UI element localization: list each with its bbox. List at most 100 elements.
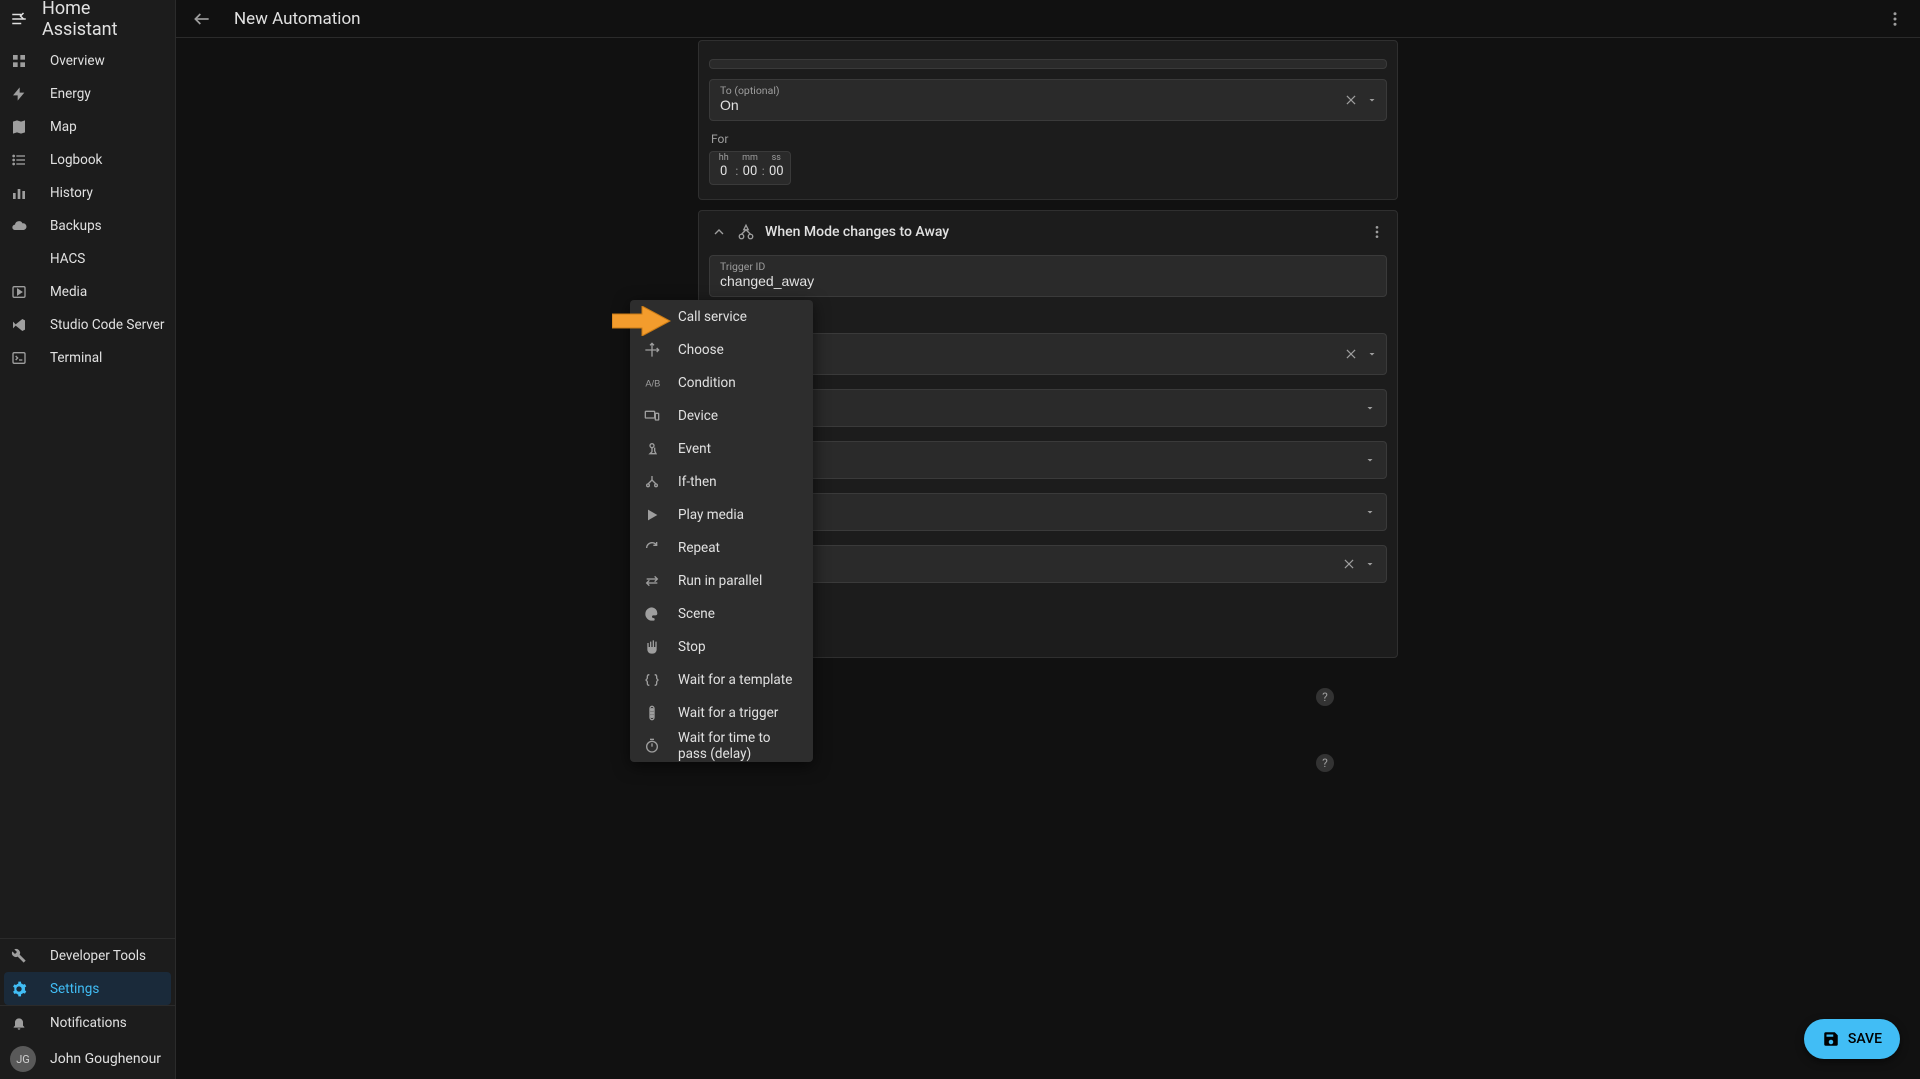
action-item-condition[interactable]: A/B Condition [630,366,813,399]
user-name: John Goughenour [50,1051,161,1067]
branch-icon [644,474,660,490]
sidebar-nav: Overview Energy Map Logbook History [0,38,175,938]
to-input[interactable] [720,97,1376,113]
action-item-wait-template[interactable]: Wait for a template [630,663,813,696]
code-braces-icon [644,672,660,688]
sidebar-item-label: Logbook [50,152,102,168]
main: New Automation To (optional) [176,0,1920,1079]
action-item-label: Repeat [678,540,720,556]
chevron-down-icon[interactable] [1366,94,1378,106]
chevron-down-icon[interactable] [1364,558,1376,570]
gear-icon [10,981,28,997]
sidebar-item-label: Energy [50,86,91,102]
gesture-tap-icon [644,441,660,457]
action-item-label: Stop [678,639,706,655]
sidebar-item-terminal[interactable]: Terminal [0,341,175,374]
chevron-down-icon[interactable] [1366,348,1378,360]
action-item-wait-trigger[interactable]: Wait for a trigger [630,696,813,729]
trigger-menu-button[interactable] [1369,224,1385,240]
sidebar-item-media[interactable]: Media [0,275,175,308]
clear-icon[interactable] [1344,347,1358,361]
menu-icon[interactable] [10,10,28,28]
mm-value[interactable]: 00 [743,164,758,179]
sidebar-item-notifications[interactable]: Notifications [0,1006,175,1039]
cloud-icon [10,218,28,234]
ss-value[interactable]: 00 [769,164,784,179]
action-item-label: Play media [678,507,744,523]
sidebar-item-label: Map [50,119,77,135]
action-item-repeat[interactable]: Repeat [630,531,813,564]
sidebar-item-energy[interactable]: Energy [0,77,175,110]
chevron-down-icon[interactable] [1364,454,1376,466]
sidebar-item-developer-tools[interactable]: Developer Tools [0,939,175,972]
field-label: Entity [720,338,1376,351]
sidebar-item-label: Media [50,284,87,300]
sidebar-item-map[interactable]: Map [0,110,175,143]
sidebar-user[interactable]: JG John Goughenour [0,1039,175,1079]
sidebar-item-logbook[interactable]: Logbook [0,143,175,176]
overflow-menu-button[interactable] [1886,10,1904,28]
dashboard-icon [10,53,28,69]
action-item-wait-delay[interactable]: Wait for time to pass (delay) [630,729,813,762]
action-item-choose[interactable]: Choose [630,333,813,366]
help-icon[interactable]: ? [1316,754,1334,772]
clear-icon[interactable] [1344,93,1358,107]
chevron-down-icon[interactable] [1364,506,1376,518]
action-item-label: Device [678,408,718,424]
action-item-play-media[interactable]: Play media [630,498,813,531]
action-item-call-service[interactable]: Call service [630,300,813,333]
to-field[interactable]: To (optional) [709,79,1387,121]
arrows-icon [644,342,660,358]
content-scroll[interactable]: To (optional) For hh 0 [176,38,1920,1079]
state-icon [737,223,755,241]
sidebar-item-label: Terminal [50,350,102,366]
hh-label: hh [714,154,733,163]
entity-input[interactable] [720,351,1376,367]
chevron-down-icon[interactable] [1364,402,1376,414]
action-item-run-in-parallel[interactable]: Run in parallel [630,564,813,597]
trigger-id-input[interactable] [720,273,1376,289]
trigger-id-field[interactable]: Trigger ID [709,255,1387,297]
action-item-label: Scene [678,606,715,622]
sidebar-item-backups[interactable]: Backups [0,209,175,242]
collapse-icon[interactable] [711,224,727,240]
avatar: JG [10,1046,36,1072]
action-type-menu: Call service Choose A/B Condition Device… [630,300,813,762]
timer-icon [644,738,660,754]
save-button[interactable]: SAVE [1804,1019,1900,1059]
action-item-event[interactable]: Event [630,432,813,465]
topbar: New Automation [176,0,1920,38]
sidebar-item-hacs[interactable]: HACS [0,242,175,275]
play-box-icon [10,284,28,300]
action-item-stop[interactable]: Stop [630,630,813,663]
mm-label: mm [740,154,759,163]
clear-icon[interactable] [1342,557,1356,571]
duration-input[interactable]: hh 0 : mm 00 : ss 00 [709,151,791,185]
action-item-label: Run in parallel [678,573,762,589]
field-label: Trigger ID [720,260,1376,273]
field-label: To (optional) [720,84,1376,97]
action-item-label: Wait for a template [678,672,792,688]
sidebar-item-settings[interactable]: Settings [4,972,171,1005]
action-item-device[interactable]: Device [630,399,813,432]
sidebar-item-studio-code[interactable]: Studio Code Server [0,308,175,341]
trigger-header: When Mode changes to Away [709,219,1387,245]
swap-icon [644,573,660,589]
help-icon[interactable]: ? [1316,688,1334,706]
sidebar-header: Home Assistant [0,0,175,38]
hand-icon [644,639,660,655]
bell-icon [10,1015,28,1031]
bolt-icon [10,86,28,102]
hh-value[interactable]: 0 [720,164,727,179]
field-placeholder-row [709,59,1387,69]
terminal-icon [10,350,28,366]
sidebar-item-label: Notifications [50,1015,127,1031]
sidebar: Home Assistant Overview Energy Map Logbo… [0,0,176,1079]
action-item-scene[interactable]: Scene [630,597,813,630]
action-item-label: Call service [678,309,747,325]
sidebar-item-overview[interactable]: Overview [0,44,175,77]
list-icon [10,152,28,168]
sidebar-item-history[interactable]: History [0,176,175,209]
action-item-if-then[interactable]: If-then [630,465,813,498]
back-button[interactable] [192,9,212,29]
